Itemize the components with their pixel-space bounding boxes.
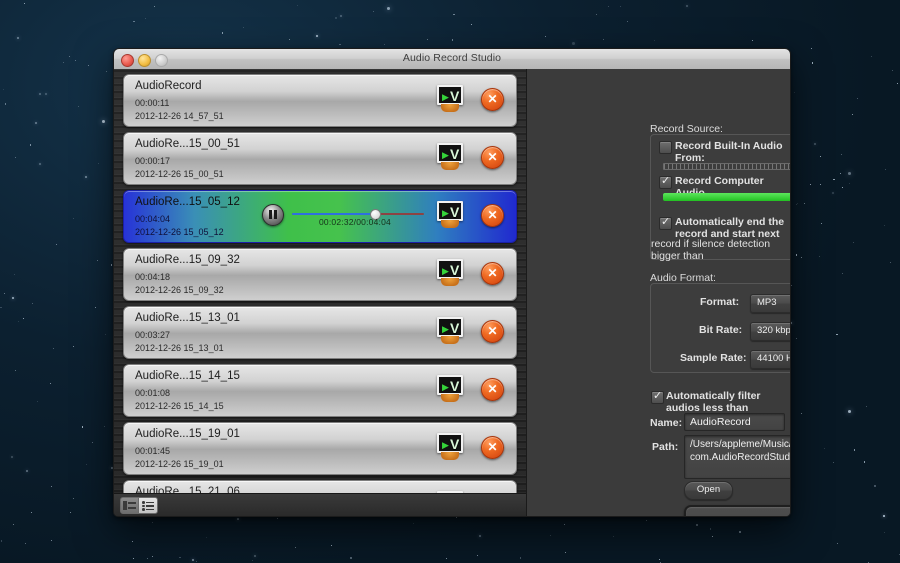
list-toolbar xyxy=(114,493,526,516)
record-builtin-checkbox[interactable] xyxy=(659,141,672,154)
waveform-thumbnail-icon[interactable]: ▶V xyxy=(437,143,463,171)
open-button-label: Open xyxy=(685,482,732,498)
recording-date: 2012-12-26 15_13_01 xyxy=(135,343,224,353)
recording-name: AudioRecord xyxy=(135,80,201,92)
window-titlebar[interactable]: Audio Record Studio xyxy=(114,49,790,70)
samplerate-label: Sample Rate: xyxy=(680,352,747,364)
delete-icon[interactable] xyxy=(481,436,504,459)
format-label: Format: xyxy=(700,296,739,308)
auto-end-record-label: Automatically end the record and start n… xyxy=(675,216,790,240)
waveform-thumbnail-icon[interactable]: ▶V xyxy=(437,259,463,287)
recording-duration: 00:04:04 xyxy=(135,214,170,224)
name-field-label: Name: xyxy=(650,417,682,429)
format-value: MP3 xyxy=(757,297,777,308)
recording-name: AudioRe...15_19_01 xyxy=(135,428,240,440)
recording-duration: 00:00:11 xyxy=(135,98,169,108)
recording-duration: 00:01:08 xyxy=(135,388,170,398)
waveform-thumbnail-icon[interactable]: ▶V xyxy=(437,201,463,229)
path-field-label: Path: xyxy=(652,441,678,453)
recording-name: AudioRe...15_05_12 xyxy=(135,196,240,208)
delete-icon[interactable] xyxy=(481,262,504,285)
computer-audio-level-meter[interactable] xyxy=(663,193,791,201)
recording-date: 2012-12-26 15_14_15 xyxy=(135,401,224,411)
playback-slider[interactable] xyxy=(292,212,424,216)
list-item[interactable]: AudioRe...15_19_01 00:01:45 2012-12-26 1… xyxy=(123,422,517,475)
list-item-selected[interactable]: AudioRe...15_05_12 00:04:04 2012-12-26 1… xyxy=(123,190,517,243)
mic-level-slider[interactable] xyxy=(663,162,791,171)
recording-date: 2012-12-26 14_57_51 xyxy=(135,111,224,121)
record-builtin-label: Record Built-In Audio From: xyxy=(675,140,790,164)
list-item[interactable]: AudioRe...15_14_15 00:01:08 2012-12-26 1… xyxy=(123,364,517,417)
format-dropdown[interactable]: MP3 ▲▼ xyxy=(750,294,791,313)
waveform-thumbnail-icon[interactable]: ▶V xyxy=(437,85,463,113)
recording-name: AudioRe...15_09_32 xyxy=(135,254,240,266)
waveform-thumbnail-icon[interactable]: ▶V xyxy=(437,433,463,461)
delete-icon[interactable] xyxy=(481,146,504,169)
window-title: Audio Record Studio xyxy=(114,52,790,64)
delete-icon[interactable] xyxy=(481,320,504,343)
recording-duration: 00:00:17 xyxy=(135,156,170,166)
playback-time: 00:02:32/00:04:04 xyxy=(319,217,391,227)
list-item[interactable]: AudioRe...15_21_06 00:02:04 ▶V xyxy=(123,480,517,494)
record-computer-audio-checkbox[interactable] xyxy=(659,176,672,189)
list-item[interactable]: AudioRe...15_09_32 00:04:18 2012-12-26 1… xyxy=(123,248,517,301)
bitrate-label: Bit Rate: xyxy=(699,324,742,336)
recording-date: 2012-12-26 15_19_01 xyxy=(135,459,224,469)
list-item[interactable]: AudioRe...15_13_01 00:03:27 2012-12-26 1… xyxy=(123,306,517,359)
name-input-value: AudioRecord xyxy=(690,416,751,428)
recording-name: AudioRe...15_13_01 xyxy=(135,312,240,324)
waveform-thumbnail-icon[interactable]: ▶V xyxy=(437,317,463,345)
bitrate-value: 320 kbps xyxy=(757,325,791,336)
recordings-pane: AudioRecord 00:00:11 2012-12-26 14_57_51… xyxy=(114,69,527,516)
app-window: Audio Record Studio AudioRecord 00:00:11… xyxy=(113,48,791,517)
recording-date: 2012-12-26 15_00_51 xyxy=(135,169,224,179)
filter-audios-prefix: Automatically filter audios less than xyxy=(666,390,790,414)
samplerate-dropdown[interactable]: 44100 Hz ▲▼ xyxy=(750,350,791,369)
list-item[interactable]: AudioRe...15_00_51 00:00:17 2012-12-26 1… xyxy=(123,132,517,185)
path-line-1: /Users/appleme/Music/ xyxy=(690,439,791,450)
compact-view-icon[interactable] xyxy=(120,497,140,514)
silence-detection-prefix: record if silence detection bigger than xyxy=(651,238,790,262)
auto-end-record-checkbox[interactable] xyxy=(659,217,672,230)
name-input[interactable]: AudioRecord xyxy=(684,413,785,431)
recording-date: 2012-12-26 15_09_32 xyxy=(135,285,224,295)
recording-name: AudioRe...15_00_51 xyxy=(135,138,240,150)
list-view-icon[interactable] xyxy=(138,497,158,514)
recording-duration: 00:04:18 xyxy=(135,272,170,282)
bitrate-dropdown[interactable]: 320 kbps ▲▼ xyxy=(750,322,791,341)
record-timer: 00:00:00 00 xyxy=(684,505,791,517)
delete-icon[interactable] xyxy=(481,88,504,111)
recording-name: AudioRe...15_14_15 xyxy=(135,370,240,382)
recording-duration: 00:03:27 xyxy=(135,330,170,340)
path-input[interactable]: /Users/appleme/Music/ com.AudioRecordStu… xyxy=(684,435,791,479)
recording-duration: 00:01:45 xyxy=(135,446,170,456)
pause-button[interactable] xyxy=(262,204,284,226)
list-item[interactable]: AudioRecord 00:00:11 2012-12-26 14_57_51… xyxy=(123,74,517,127)
path-line-2: com.AudioRecordStudio.chaoyueme xyxy=(690,452,791,463)
recordings-list[interactable]: AudioRecord 00:00:11 2012-12-26 14_57_51… xyxy=(114,69,526,494)
filter-audios-checkbox[interactable] xyxy=(651,391,664,404)
waveform-thumbnail-icon[interactable]: ▶V xyxy=(437,375,463,403)
samplerate-value: 44100 Hz xyxy=(757,353,791,364)
recording-date: 2012-12-26 15_05_12 xyxy=(135,227,224,237)
delete-icon[interactable] xyxy=(481,378,504,401)
open-button[interactable]: Open xyxy=(684,481,733,500)
timer-value: 00:00:00 xyxy=(698,515,791,517)
delete-icon[interactable] xyxy=(481,204,504,227)
